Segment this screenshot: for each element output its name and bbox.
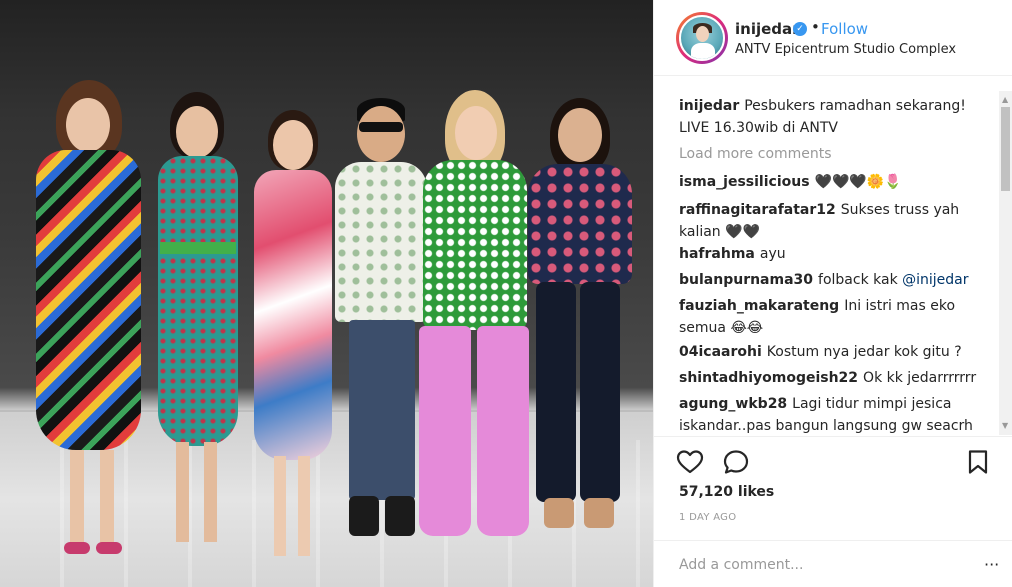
post-details-panel: inijedar ✓ • Follow ANTV Epicentrum Stud… bbox=[653, 0, 1012, 587]
scroll-up-arrow-icon[interactable]: ▲ bbox=[1002, 95, 1008, 104]
comment-username[interactable]: fauziah_makarateng bbox=[679, 298, 839, 314]
follow-button[interactable]: Follow bbox=[821, 20, 868, 38]
photo-person-2 bbox=[140, 92, 250, 562]
separator-dot: • bbox=[811, 18, 820, 36]
post-photo[interactable] bbox=[0, 0, 653, 587]
comment-username[interactable]: isma_jessilicious bbox=[679, 174, 810, 190]
bookmark-icon[interactable] bbox=[966, 449, 990, 475]
comment-item: shintadhiyomogeish22 Ok kk jedarrrrrrr bbox=[679, 367, 989, 389]
comment-item: bulanpurnama30 folback kak @inijedar bbox=[679, 269, 989, 291]
post-actions-bar bbox=[654, 436, 1012, 486]
comment-username[interactable]: bulanpurnama30 bbox=[679, 272, 813, 288]
more-options-icon[interactable]: ··· bbox=[984, 555, 999, 574]
post-timestamp[interactable]: 1 DAY AGO bbox=[679, 512, 736, 523]
avatar-story-ring[interactable] bbox=[676, 12, 728, 64]
comment-username[interactable]: agung_wkb28 bbox=[679, 396, 787, 412]
photo-person-5 bbox=[415, 90, 535, 550]
comment-text: folback kak bbox=[818, 272, 898, 288]
comment-item: 04icaarohi Kostum nya jedar kok gitu ? bbox=[679, 341, 989, 363]
comment-username[interactable]: raffinagitarafatar12 bbox=[679, 202, 836, 218]
comment-item: raffinagitarafatar12 Sukses truss yah kal… bbox=[679, 199, 989, 243]
comment-item: hafrahma ayu bbox=[679, 243, 989, 265]
comment-text: Kostum nya jedar kok gitu ? bbox=[766, 344, 962, 360]
likes-count[interactable]: 57,120 likes bbox=[679, 484, 774, 500]
comments-list[interactable]: inijedar Pesbukers ramadhan sekarang! LIV… bbox=[654, 91, 1012, 435]
comment-item: agung_wkb28 Lagi tidur mimpi jesica iskan… bbox=[679, 393, 989, 435]
comment-text: ayu bbox=[759, 246, 786, 262]
heart-icon[interactable] bbox=[676, 449, 704, 475]
comment-item: fauziah_makarateng Ini istri mas eko semu… bbox=[679, 295, 989, 339]
scroll-down-arrow-icon[interactable]: ▼ bbox=[1002, 421, 1008, 430]
comment-text: 🖤🖤🖤🌼🌷 bbox=[814, 174, 902, 190]
load-more-comments-button[interactable]: Load more comments bbox=[679, 143, 989, 165]
avatar[interactable] bbox=[679, 15, 725, 61]
post-header: inijedar ✓ • Follow ANTV Epicentrum Stud… bbox=[654, 0, 1012, 76]
comment-username[interactable]: hafrahma bbox=[679, 246, 755, 262]
photo-person-1 bbox=[18, 80, 153, 570]
comment-text: Ok kk jedarrrrrrr bbox=[863, 370, 977, 386]
comment-input[interactable] bbox=[679, 555, 969, 575]
comment-bubble-icon[interactable] bbox=[722, 449, 750, 475]
caption-username[interactable]: inijedar bbox=[679, 98, 739, 114]
username-link[interactable]: inijedar bbox=[735, 20, 800, 38]
location-link[interactable]: ANTV Epicentrum Studio Complex bbox=[735, 42, 956, 57]
comment-username[interactable]: 04icaarohi bbox=[679, 344, 762, 360]
verified-badge-icon: ✓ bbox=[793, 22, 807, 36]
photo-person-6 bbox=[520, 98, 640, 548]
add-comment-section: ··· bbox=[654, 540, 1012, 587]
scrollbar-thumb[interactable] bbox=[1001, 107, 1010, 191]
comment-username[interactable]: shintadhiyomogeish22 bbox=[679, 370, 858, 386]
comments-scrollbar[interactable]: ▲ ▼ bbox=[999, 91, 1012, 435]
comment-item: isma_jessilicious 🖤🖤🖤🌼🌷 bbox=[679, 171, 989, 193]
comment-mention-link[interactable]: @inijedar bbox=[902, 272, 968, 288]
caption: inijedar Pesbukers ramadhan sekarang! LIV… bbox=[679, 95, 989, 139]
